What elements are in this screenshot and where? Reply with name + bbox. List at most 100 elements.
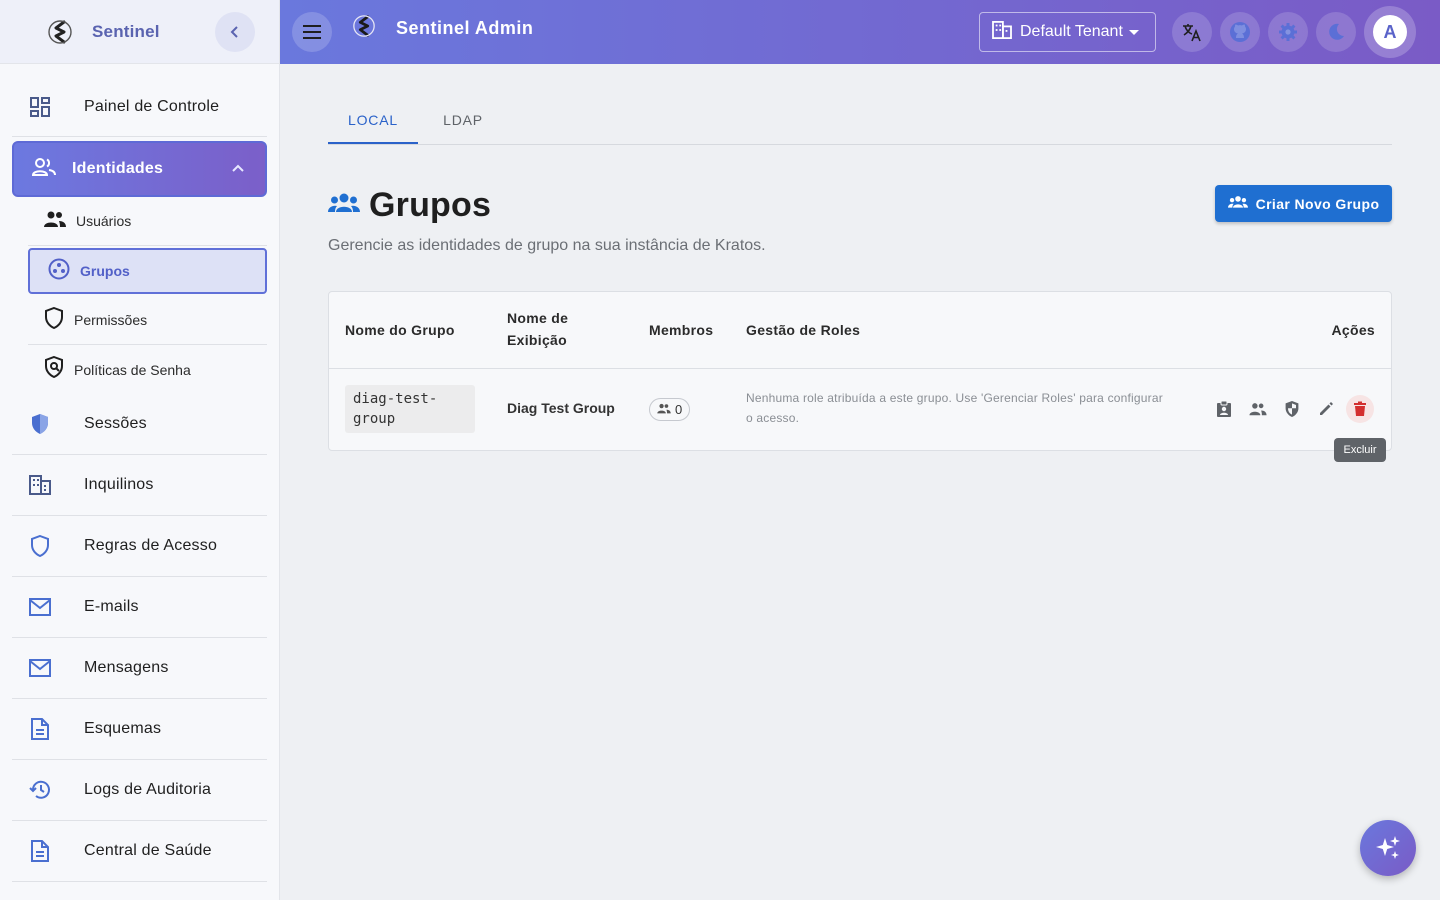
column-header-actions: Ações <box>1331 322 1375 338</box>
security-icon <box>28 412 52 436</box>
menu-button[interactable] <box>292 12 332 52</box>
sidebar-item-label: Políticas de Senha <box>74 361 191 378</box>
github-button[interactable] <box>1220 12 1260 52</box>
column-header-display-line1: Nome de <box>507 310 569 326</box>
collapse-sidebar-button[interactable] <box>215 12 255 52</box>
policy-icon <box>44 355 64 383</box>
sidebar: Sentinel Painel de Controle Identidades <box>0 0 280 900</box>
delete-tooltip: Excluir <box>1334 438 1386 462</box>
members-count: 0 <box>675 402 683 417</box>
sidebar-item-emails[interactable]: E-mails <box>12 577 267 638</box>
page-title: Grupos <box>369 186 492 224</box>
caret-down-icon <box>1128 29 1139 35</box>
sidebar-item-label: Inquilinos <box>84 476 154 493</box>
groups-icon <box>48 258 70 285</box>
avatar: A <box>1373 15 1407 49</box>
shield-outline-icon <box>28 534 52 558</box>
page-subtitle: Gerencie as identidades de grupo na sua … <box>328 237 766 254</box>
tab-local[interactable]: LOCAL <box>328 96 418 144</box>
sidebar-nav: Painel de Controle Identidades Usuários <box>0 64 279 882</box>
sidebar-item-label: Grupos <box>80 263 130 279</box>
sidebar-item-label: E-mails <box>84 598 139 615</box>
moon-icon <box>1329 23 1344 40</box>
column-header-name: Nome do Grupo <box>345 322 455 338</box>
identities-submenu: Usuários Grupos Permissões Políticas de … <box>12 197 267 394</box>
user-avatar-button[interactable]: A <box>1364 6 1416 58</box>
members-count-chip: 0 <box>649 398 691 421</box>
sidebar-item-label: Usuários <box>76 213 132 229</box>
manage-roles-button[interactable] <box>1210 395 1238 423</box>
mail-icon <box>28 595 52 619</box>
roles-note: Nenhuma role atribuída a este grupo. Use… <box>746 391 1163 425</box>
manage-members-button[interactable] <box>1244 395 1272 423</box>
group-name-line1: diag-test- <box>353 391 438 407</box>
column-header-display-name: Nome de Exibição <box>507 307 568 351</box>
gear-icon <box>1279 23 1297 41</box>
sidebar-item-sessions[interactable]: Sessões <box>12 394 267 455</box>
sidebar-item-permissions[interactable]: Permissões <box>28 296 267 345</box>
tab-ldap[interactable]: LDAP <box>418 96 508 144</box>
sidebar-item-identities[interactable]: Identidades <box>12 141 267 197</box>
domain-icon <box>992 20 1012 44</box>
sidebar-item-label: Sessões <box>84 415 147 432</box>
sentinel-logo-icon <box>44 16 76 48</box>
settings-button[interactable] <box>1268 12 1308 52</box>
sidebar-item-label: Mensagens <box>84 659 169 676</box>
dark-mode-button[interactable] <box>1316 12 1356 52</box>
people-icon <box>31 157 56 182</box>
sidebar-item-label: Esquemas <box>84 720 162 737</box>
sparkles-icon <box>1376 836 1400 859</box>
menu-icon <box>303 25 321 39</box>
sidebar-item-label: Permissões <box>74 312 148 328</box>
sidebar-brand: Sentinel <box>92 21 160 41</box>
sidebar-item-label: Identidades <box>72 160 164 177</box>
delete-group-button[interactable] <box>1346 395 1374 423</box>
people-icon <box>44 210 66 233</box>
sidebar-item-password-policies[interactable]: Políticas de Senha <box>28 345 267 394</box>
column-header-roles: Gestão de Roles <box>746 322 861 338</box>
group-name-code: diag-test- group <box>345 385 475 433</box>
create-group-button[interactable]: Criar Novo Grupo <box>1215 185 1392 222</box>
sidebar-item-label: Painel de Controle <box>84 97 220 115</box>
sidebar-item-label: Regras de Acesso <box>84 537 218 554</box>
assignment-ind-icon <box>1217 400 1231 417</box>
dashboard-icon <box>28 95 52 119</box>
app-title: Sentinel Admin <box>396 18 534 38</box>
domain-icon <box>28 473 52 497</box>
language-button[interactable] <box>1172 12 1212 52</box>
document-icon <box>28 839 52 863</box>
sidebar-item-label: Logs de Auditoria <box>84 781 212 798</box>
security-icon <box>1285 401 1299 417</box>
table-header: Nome do Grupo Nome de Exibição Membros G… <box>329 292 1391 369</box>
trash-icon <box>1354 401 1366 416</box>
group-name-line2: group <box>353 411 396 427</box>
chevron-left-icon <box>230 26 238 38</box>
github-icon <box>1230 22 1250 42</box>
mail-icon <box>28 656 52 680</box>
page-heading: Grupos <box>328 186 491 225</box>
sidebar-item-users[interactable]: Usuários <box>28 197 267 246</box>
sidebar-item-groups[interactable]: Grupos <box>28 248 267 294</box>
sidebar-item-audit-logs[interactable]: Logs de Auditoria <box>12 760 267 821</box>
sidebar-item-label: Central de Saúde <box>84 842 212 859</box>
sidebar-item-tenants[interactable]: Inquilinos <box>12 455 267 516</box>
tenant-label: Default Tenant <box>1020 23 1123 40</box>
people-icon <box>1249 403 1267 416</box>
sidebar-item-schemas[interactable]: Esquemas <box>12 699 267 760</box>
tab-indicator <box>328 142 418 144</box>
table-row: diag-test- group Diag Test Group 0 Nenhu… <box>329 369 1391 450</box>
tab-bar: LOCAL LDAP <box>328 64 1392 145</box>
permissions-button[interactable] <box>1278 395 1306 423</box>
sidebar-item-messages[interactable]: Mensagens <box>12 638 267 699</box>
sidebar-item-access-rules[interactable]: Regras de Acesso <box>12 516 267 577</box>
tenant-selector[interactable]: Default Tenant <box>979 12 1156 52</box>
ai-assistant-button[interactable] <box>1360 820 1416 876</box>
people-icon <box>657 402 671 417</box>
shield-outline-icon <box>44 306 64 334</box>
sidebar-item-dashboard[interactable]: Painel de Controle <box>12 77 267 137</box>
sidebar-item-health-center[interactable]: Central de Saúde <box>12 821 267 882</box>
column-header-members: Membros <box>649 322 714 338</box>
sidebar-header: Sentinel <box>0 0 279 64</box>
edit-group-button[interactable] <box>1312 395 1340 423</box>
groups-icon <box>1227 195 1248 212</box>
